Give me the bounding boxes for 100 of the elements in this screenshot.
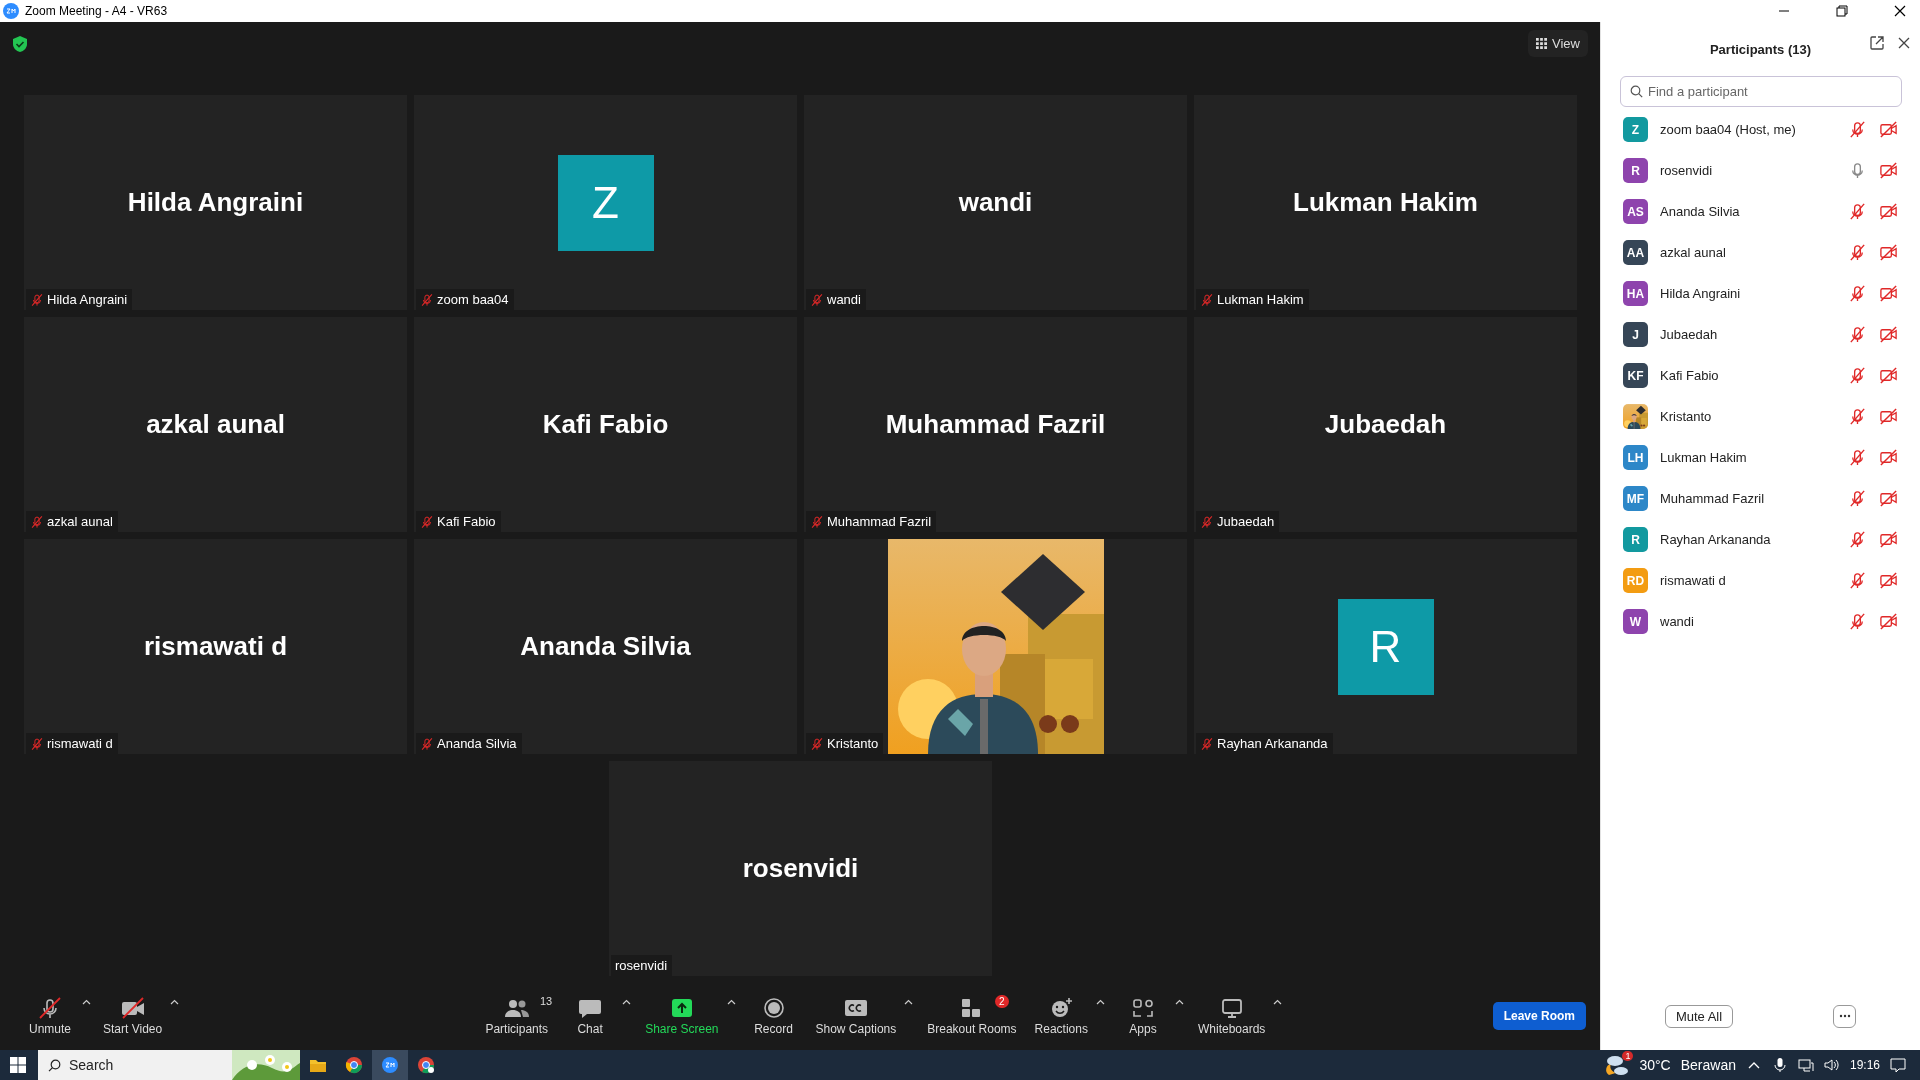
avatar: Z [1623,117,1648,142]
avatar: HA [1623,281,1648,306]
toolbar-button[interactable]: Unmute [20,992,80,1040]
taskbar-search-field[interactable]: Search [38,1050,300,1080]
participant-name: Hilda Angraini [47,292,128,307]
participant-row[interactable]: W wandi [1601,601,1920,642]
participant-name: Muhammad Fazril [885,409,1106,440]
participant-name: azkal aunal [1660,245,1727,260]
search-icon [48,1058,61,1072]
more-button[interactable] [1833,1004,1857,1028]
mute-all-button[interactable]: Mute All [1664,1004,1734,1028]
participant-name: Kafi Fabio [542,409,669,440]
notification-badge: 1 [1622,1051,1634,1061]
avatar: AS [1623,199,1648,224]
participant-name: Kafi Fabio [437,514,496,529]
participant-row[interactable]: AS Ananda Silvia [1601,191,1920,232]
avatar: RD [1623,568,1648,593]
notification-icon[interactable] [1890,1057,1906,1073]
participant-row[interactable]: R Rayhan Arkananda [1601,519,1920,560]
avatar: LH [1623,445,1648,470]
toolbar-icon [1130,996,1156,1019]
network-icon[interactable] [1797,1057,1814,1073]
caret-icon [82,998,91,1005]
participant-row[interactable]: KF Kafi Fabio [1601,355,1920,396]
toolbar-button[interactable]: Show Captions [809,992,903,1040]
toolbar-button[interactable]: Record [743,992,804,1040]
participant-name: azkal aunal [47,514,113,529]
clock: 19:16 [1849,1058,1880,1072]
participant-name: Ananda Silvia [520,631,691,662]
toolbar-button[interactable]: Reactions [1028,992,1094,1040]
participant-row[interactable]: Z zoom baa04 (Host, me) [1601,109,1920,150]
toolbar-button[interactable]: Chat [560,992,621,1040]
caret-icon [1096,998,1105,1005]
participant-name: azkal aunal [146,409,285,440]
shield-icon[interactable] [10,34,30,54]
volume-icon[interactable] [1823,1057,1840,1073]
participant-row[interactable]: RD rismawati d [1601,560,1920,601]
participant-name: Jubaedah [1217,514,1275,529]
close-icon[interactable] [1898,37,1910,49]
toolbar-button[interactable]: Share Screen [639,992,725,1040]
participant-row[interactable]: J Jubaedah [1601,314,1920,355]
weather-widget[interactable]: 1 [1603,1053,1630,1077]
avatar: W [1623,609,1648,634]
restore-icon[interactable] [1834,3,1850,19]
participant-name: wandi [827,292,861,307]
participant-row[interactable]: Kristanto [1601,396,1920,437]
caret-icon [170,998,180,1005]
participant-row[interactable]: LH Lukman Hakim [1601,437,1920,478]
participant-name: Hilda Angraini [127,187,304,218]
participant-name: Muhammad Fazril [1660,491,1766,506]
participant-name: Kristanto [827,736,879,751]
grid-icon [1536,38,1548,49]
participant-row[interactable]: MF Muhammad Fazril [1601,478,1920,519]
avatar: R [1623,158,1648,183]
weather-text: Berawan [1680,1057,1736,1073]
avatar: J [1623,322,1648,347]
avatar: Z [557,154,654,251]
view-button[interactable]: View [1528,30,1588,57]
participant-name: zoom baa04 (Host, me) [1660,122,1797,137]
toolbar-button[interactable]: 2 Breakout Rooms [921,992,1023,1040]
close-icon[interactable] [1892,3,1908,19]
participant-name: Ananda Silvia [1660,204,1741,219]
caret-icon [1175,998,1184,1005]
participant-name: rismawati d [1660,573,1727,588]
app-logo-icon [3,3,19,19]
participant-name: rosenvidi [1660,163,1714,178]
toolbar-button[interactable]: Whiteboards [1192,992,1272,1040]
avatar: R [1337,598,1434,695]
windows-start-icon[interactable] [10,1057,26,1073]
participant-name: Lukman Hakim [1660,450,1748,465]
participant-name: wandi [958,187,1033,218]
participant-name: Lukman Hakim [1293,187,1478,218]
participant-name: Rayhan Arkananda [1660,532,1772,547]
more-icon [1838,1014,1851,1018]
microphone-icon[interactable] [1771,1057,1788,1073]
participant-row[interactable]: R rosenvidi [1601,150,1920,191]
caret-icon [904,998,914,1005]
caret-icon [1273,998,1283,1005]
panel-title: Participants (13) [1709,41,1812,57]
participant-name: Jubaedah [1324,409,1447,440]
toolbar-button[interactable]: 13 Participants [479,992,555,1040]
participant-name: rismawati d [143,631,288,662]
caret-icon [726,998,736,1005]
toolbar-button[interactable]: Apps [1113,992,1173,1040]
toolbar-button[interactable]: Start Video [97,992,169,1040]
leave-button[interactable]: Leave Room [1492,1002,1586,1030]
participant-name: Jubaedah [1660,327,1719,342]
avatar: AA [1623,240,1648,265]
pop-out-icon[interactable] [1870,36,1884,50]
participant-row[interactable]: AA azkal aunal [1601,232,1920,273]
participant-name: Muhammad Fazril [827,514,932,529]
participant-row[interactable]: HA Hilda Angraini [1601,273,1920,314]
weather-icon [1603,1053,1630,1077]
participant-name: Kafi Fabio [1660,368,1720,383]
participant-search-field[interactable]: Find a participant [1620,76,1902,107]
participant-name: Hilda Angraini [1660,286,1742,301]
participant-name: Rayhan Arkananda [1217,736,1328,751]
participant-name: rismawati d [47,736,113,751]
participant-name: rosenvidi [615,958,668,973]
participant-name: Lukman Hakim [1217,292,1304,307]
